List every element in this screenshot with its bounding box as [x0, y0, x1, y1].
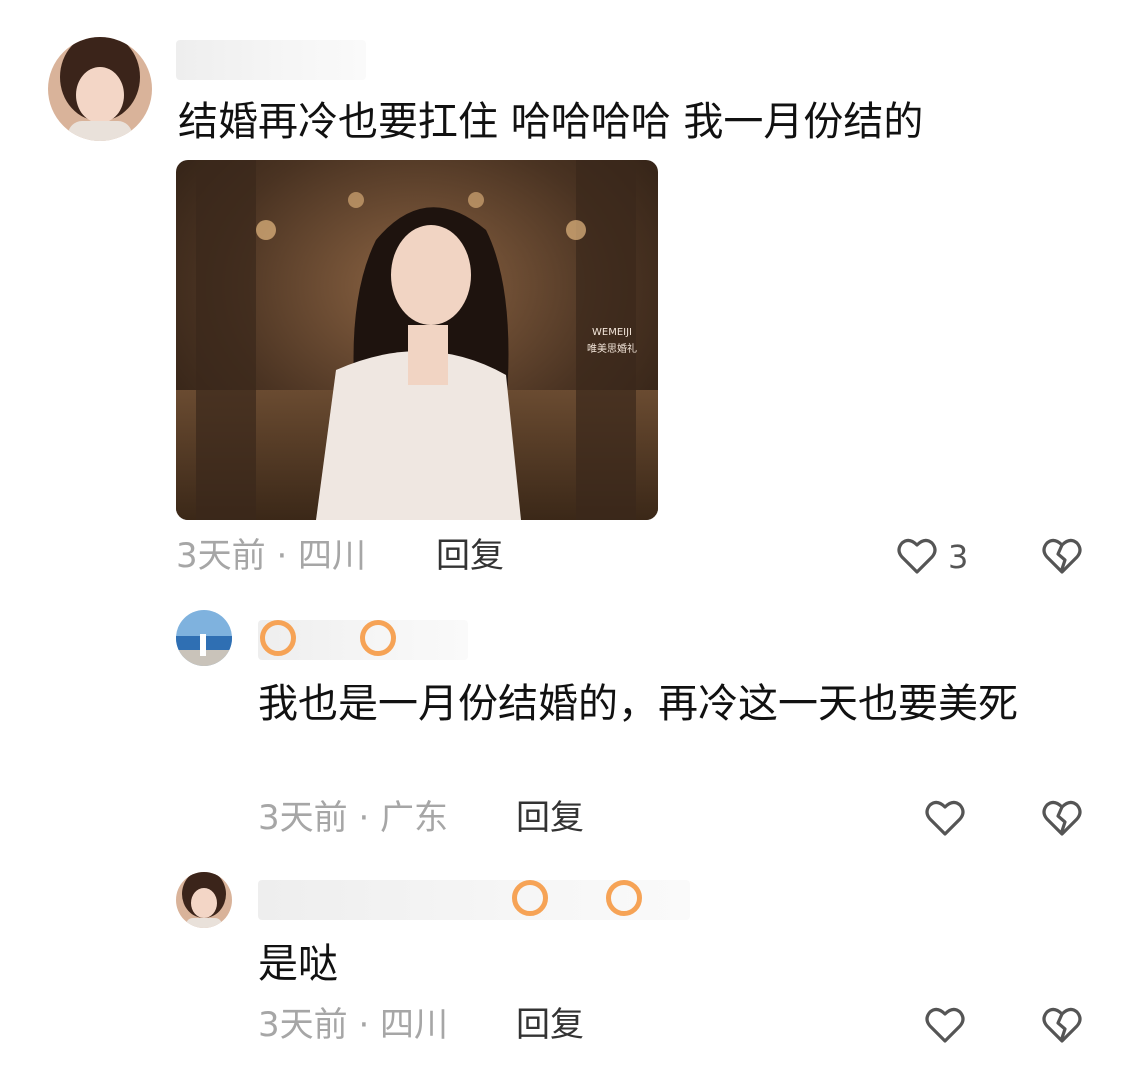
- reply-2-reply-button[interactable]: 回复: [516, 1005, 584, 1045]
- reply-2-avatar[interactable]: [176, 872, 232, 928]
- reply-2-meta: 3天前 · 四川: [258, 1005, 449, 1045]
- reply-1-badge: [360, 620, 396, 656]
- comment-text: 结婚再冷也要扛住 哈哈哈哈 我一月份结的: [178, 99, 924, 145]
- commenter-name-redacted[interactable]: [176, 40, 366, 80]
- reply-2-badge: [512, 880, 548, 916]
- broken-heart-icon[interactable]: [1040, 1003, 1084, 1047]
- svg-text:唯美思婚礼: 唯美思婚礼: [587, 342, 637, 355]
- reply-1-text: 我也是一月份结婚的，再冷这一天也要美死: [258, 681, 1018, 727]
- reply-1-badge: [260, 620, 296, 656]
- comment-reply-button[interactable]: 回复: [436, 536, 504, 576]
- reply-1-avatar[interactable]: [176, 610, 232, 666]
- heart-icon[interactable]: [923, 1003, 967, 1047]
- commenter-avatar[interactable]: [48, 37, 152, 141]
- comment-photo[interactable]: WEMEIJI 唯美思婚礼: [176, 160, 658, 520]
- like-count: 3: [948, 538, 969, 576]
- heart-icon[interactable]: [895, 534, 939, 578]
- svg-text:WEMEIJI: WEMEIJI: [592, 327, 632, 338]
- broken-heart-icon[interactable]: [1040, 796, 1084, 840]
- broken-heart-icon[interactable]: [1040, 534, 1084, 578]
- reply-2-text: 是哒: [258, 941, 338, 987]
- reply-2-badge: [606, 880, 642, 916]
- reply-1-meta: 3天前 · 广东: [258, 798, 449, 838]
- comment-meta: 3天前 · 四川: [176, 536, 367, 576]
- heart-icon[interactable]: [923, 796, 967, 840]
- reply-1-reply-button[interactable]: 回复: [516, 798, 584, 838]
